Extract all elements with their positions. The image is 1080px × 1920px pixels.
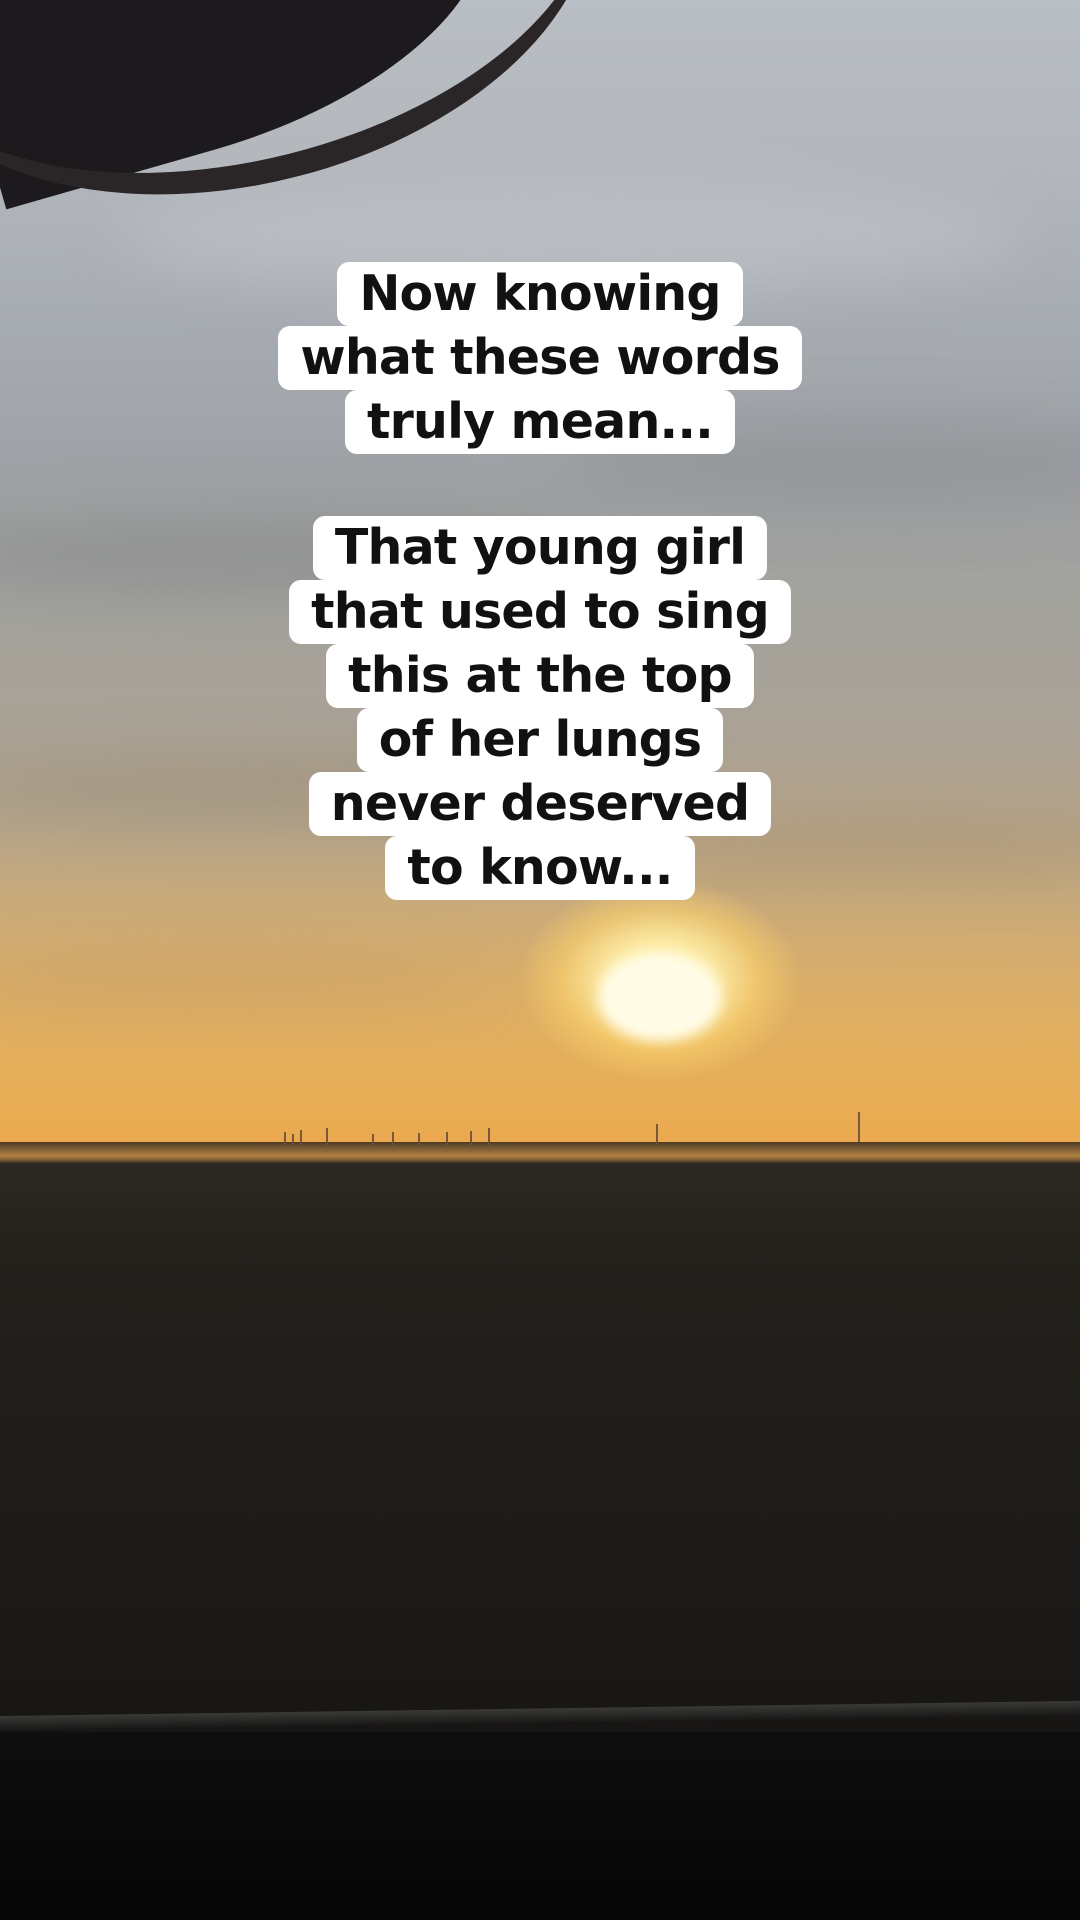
horizon-pole xyxy=(656,1124,658,1144)
caption-line: Now knowing xyxy=(337,262,743,326)
caption-line: never deserved xyxy=(308,772,772,836)
horizon-pole xyxy=(470,1131,472,1146)
caption-line: That young girl xyxy=(312,516,768,580)
horizon xyxy=(0,1142,1080,1164)
caption-line: that used to sing xyxy=(289,580,791,644)
horizon-pole xyxy=(326,1128,328,1146)
horizon-pole xyxy=(372,1134,374,1146)
horizon-pole xyxy=(300,1130,302,1146)
horizon-pole xyxy=(858,1112,860,1142)
sun xyxy=(598,953,722,1041)
caption-block-1: Now knowing what these words truly mean.… xyxy=(0,262,1080,454)
video-frame[interactable]: Now knowing what these words truly mean.… xyxy=(0,0,1080,1920)
horizon-pole xyxy=(446,1132,448,1146)
horizon-pole xyxy=(284,1132,286,1146)
caption-line: to know... xyxy=(385,836,695,900)
horizon-pole xyxy=(292,1134,294,1146)
horizon-pole xyxy=(418,1133,420,1146)
caption-line: this at the top xyxy=(326,644,754,708)
caption-line: what these words xyxy=(278,326,802,390)
cloud-streak xyxy=(0,960,480,1000)
car-door-trim xyxy=(0,1700,1080,1730)
caption-block-2: That young girl that used to sing this a… xyxy=(0,516,1080,900)
car-door-panel xyxy=(0,1732,1080,1920)
horizon-pole xyxy=(392,1132,394,1146)
caption-line: truly mean... xyxy=(345,390,735,454)
horizon-pole xyxy=(488,1128,490,1146)
caption-line: of her lungs xyxy=(356,708,724,772)
